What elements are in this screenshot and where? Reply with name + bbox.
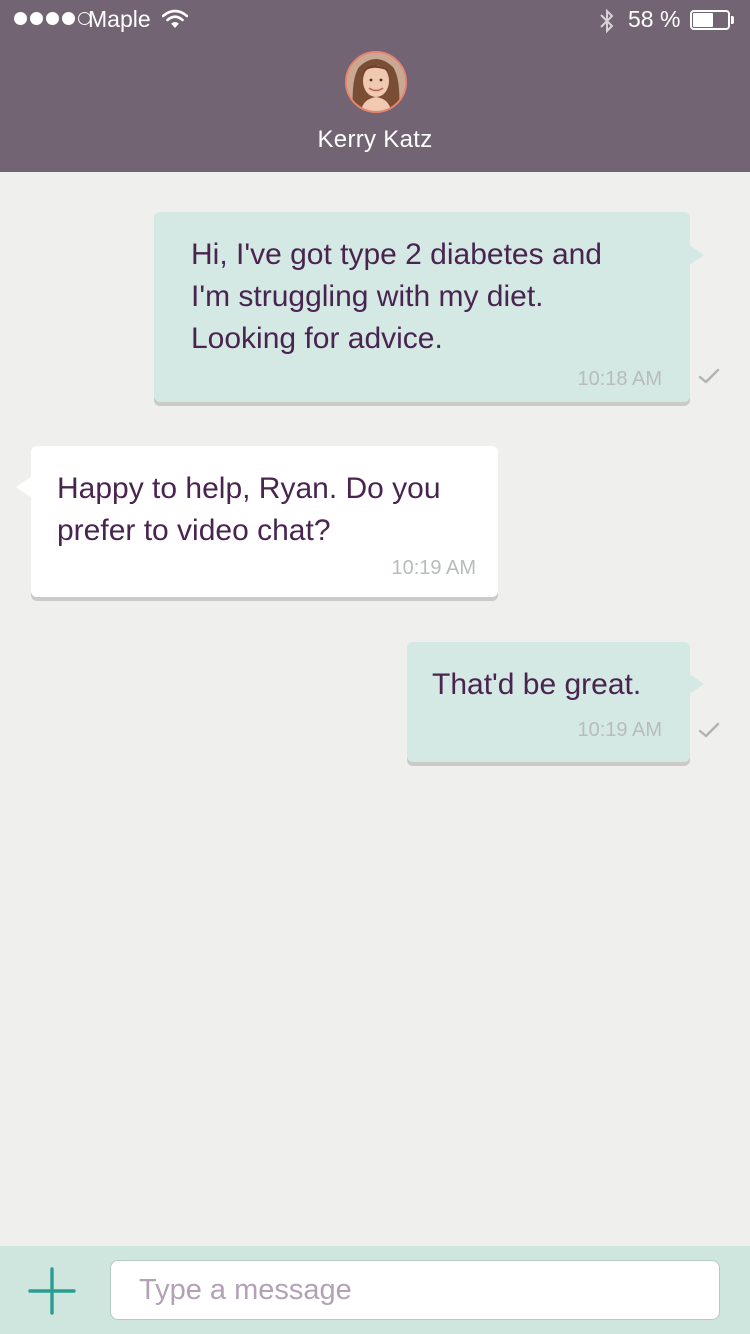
contact-avatar[interactable]: [345, 51, 407, 113]
message-timestamp: 10:19 AM: [577, 719, 662, 741]
message-timestamp: 10:19 AM: [391, 557, 476, 579]
signal-dot: [46, 12, 59, 25]
message-bubble-incoming[interactable]: Happy to help, Ryan. Do you prefer to vi…: [16, 446, 498, 597]
chat-screen: Maple 58 % Kerry Katz Hi, I've got type …: [0, 0, 750, 1334]
status-bar: Maple 58 %: [0, 0, 750, 40]
message-timestamp: 10:18 AM: [577, 368, 662, 390]
contact-name[interactable]: Kerry Katz: [0, 126, 750, 154]
carrier-name: Maple: [88, 6, 151, 32]
bubble-tail: [688, 244, 704, 266]
bubble-tail: [16, 476, 32, 498]
chat-header: Maple 58 % Kerry Katz: [0, 0, 750, 172]
read-receipt-check-icon: [698, 722, 720, 738]
signal-dot: [30, 12, 43, 25]
message-input[interactable]: [110, 1260, 720, 1320]
signal-dot: [14, 12, 27, 25]
message-bubble-outgoing[interactable]: Hi, I've got type 2 diabetes and I'm str…: [154, 212, 704, 402]
message-text: Hi, I've got type 2 diabetes and I'm str…: [191, 238, 602, 355]
message-bubble-outgoing[interactable]: That'd be great. 10:19 AM: [407, 642, 704, 762]
signal-dot: [62, 12, 75, 25]
message-composer: [0, 1246, 750, 1334]
bubble-tail: [688, 673, 704, 695]
plus-icon: [28, 1267, 76, 1315]
battery-percent: 58 %: [628, 6, 681, 32]
bluetooth-icon: [598, 8, 616, 40]
message-text: Happy to help, Ryan. Do you prefer to vi…: [57, 472, 441, 547]
add-attachment-button[interactable]: [22, 1266, 82, 1316]
read-receipt-check-icon: [698, 368, 720, 384]
signal-strength-icon: [14, 12, 91, 25]
battery-icon: [690, 10, 734, 30]
wifi-icon: [161, 8, 189, 35]
message-text: That'd be great.: [432, 668, 642, 701]
